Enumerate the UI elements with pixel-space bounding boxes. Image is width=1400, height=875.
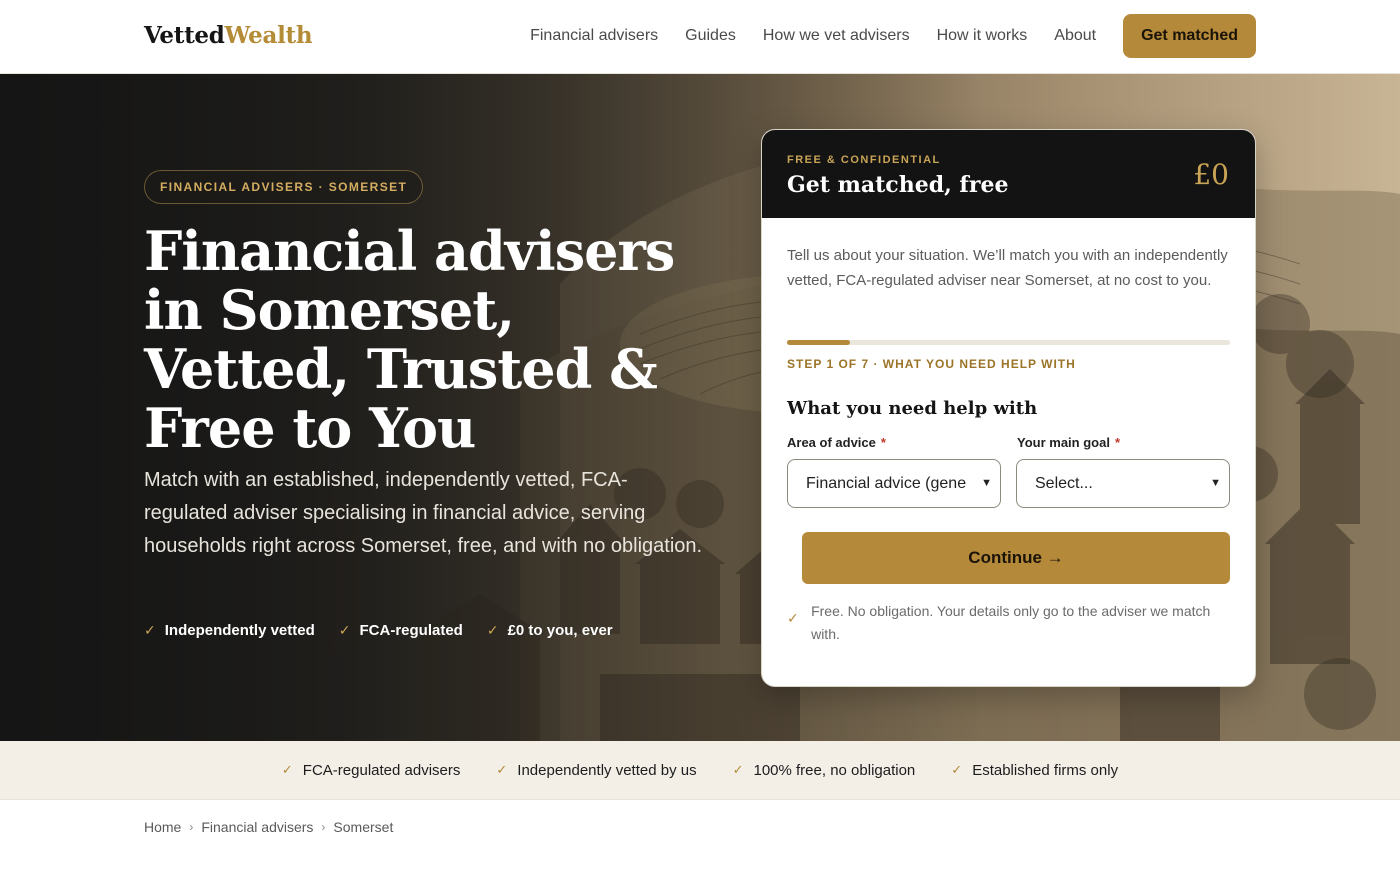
nav-financial-advisers[interactable]: Financial advisers [530, 14, 658, 58]
main-goal-value: Select... [1035, 475, 1093, 492]
hero-check-label: Independently vetted [164, 622, 315, 639]
privacy-note-text: Free. No obligation. Your details only g… [811, 603, 1211, 642]
step-label: STEP 1 OF 7 · WHAT YOU NEED HELP WITH [787, 357, 1076, 371]
trust-item-label: Established firms only [972, 761, 1119, 779]
required-mark: * [1114, 435, 1120, 450]
breadcrumb-home[interactable]: Home [144, 819, 181, 835]
main-goal-label-text: Your main goal [1017, 435, 1110, 450]
breadcrumb-financial-advisers[interactable]: Financial advisers [201, 819, 313, 835]
privacy-note: ✓ Free. No obligation. Your details only… [787, 600, 1227, 646]
area-of-advice-value: Financial advice (gene [806, 475, 967, 492]
continue-button[interactable]: Continue → [802, 532, 1230, 584]
nav-how-we-vet[interactable]: How we vet advisers [763, 14, 910, 58]
check-icon: ✓ [496, 762, 508, 777]
nav-guides[interactable]: Guides [685, 14, 736, 58]
check-icon: ✓ [144, 622, 156, 638]
progress-bar [787, 340, 1230, 345]
trust-item: ✓ FCA-regulated advisers [282, 762, 460, 779]
trust-bar: ✓ FCA-regulated advisers ✓ Independently… [0, 741, 1400, 800]
progress-fill [787, 340, 851, 345]
trust-item-label: 100% free, no obligation [753, 761, 916, 779]
logo-text-accent: Wealth [224, 22, 313, 49]
hero-checklist: ✓ Independently vetted ✓ FCA-regulated ✓… [144, 622, 637, 639]
chevron-down-icon: ▼ [1208, 460, 1221, 507]
trust-item: ✓ Established firms only [951, 762, 1118, 779]
chevron-right-icon: › [321, 820, 326, 834]
hero-check-item: ✓ Independently vetted [144, 622, 315, 639]
check-icon: ✓ [338, 622, 351, 638]
trust-item: ✓ 100% free, no obligation [733, 762, 916, 779]
trust-item-label: FCA-regulated advisers [302, 761, 461, 779]
check-icon: ✓ [787, 610, 799, 626]
breadcrumb-current: Somerset [333, 819, 394, 835]
card-intro: Tell us about your situation. We’ll matc… [787, 247, 1228, 289]
hero-title: Financial advisers in Somerset, Vetted, … [144, 219, 675, 460]
logo[interactable]: VettedWealth [144, 22, 313, 49]
nav-about[interactable]: About [1054, 14, 1096, 58]
hero-section: FINANCIAL ADVISERS · SOMERSET Financial … [0, 74, 1400, 741]
trust-item: ✓ Independently vetted by us [496, 762, 696, 779]
area-of-advice-label-text: Area of advice [787, 435, 876, 450]
card-header: FREE & CONFIDENTIAL Get matched, free £0 [762, 130, 1255, 218]
hero-badge: FINANCIAL ADVISERS · SOMERSET [144, 170, 424, 204]
card-eyebrow: FREE & CONFIDENTIAL [787, 154, 941, 166]
logo-text-primary: Vetted [144, 22, 225, 49]
hero-subtitle: Match with an established, independently… [144, 469, 703, 557]
trust-item-label: Independently vetted by us [517, 761, 697, 779]
match-form-card: FREE & CONFIDENTIAL Get matched, free £0… [761, 129, 1256, 687]
chevron-right-icon: › [189, 820, 194, 834]
card-price: £0 [1193, 158, 1229, 191]
check-icon: ✓ [732, 762, 744, 777]
breadcrumb: Home › Financial advisers › Somerset [144, 819, 393, 835]
hero-check-item: ✓ FCA-regulated [339, 622, 463, 639]
hero-check-label: FCA-regulated [359, 622, 463, 639]
hero-check-label: £0 to you, ever [507, 622, 613, 639]
area-of-advice-select[interactable]: Financial advice (gene ▼ [787, 459, 1001, 508]
card-title: Get matched, free [787, 172, 1009, 198]
main-goal-select[interactable]: Select... ▼ [1016, 459, 1230, 508]
nav-how-it-works[interactable]: How it works [937, 14, 1028, 58]
check-icon: ✓ [486, 622, 499, 638]
hero-check-item: ✓ £0 to you, ever [487, 622, 613, 639]
check-icon: ✓ [951, 762, 963, 777]
main-goal-label: Your main goal * [1017, 435, 1120, 450]
check-icon: ✓ [281, 762, 293, 777]
site-header: VettedWealth Financial advisers Guides H… [0, 0, 1400, 74]
required-mark: * [880, 435, 886, 450]
chevron-down-icon: ▼ [979, 460, 992, 507]
form-section-title: What you need help with [787, 398, 1038, 419]
get-matched-button[interactable]: Get matched [1123, 14, 1256, 58]
main-nav: Financial advisers Guides How we vet adv… [530, 14, 1256, 58]
area-of-advice-label: Area of advice * [787, 435, 886, 450]
